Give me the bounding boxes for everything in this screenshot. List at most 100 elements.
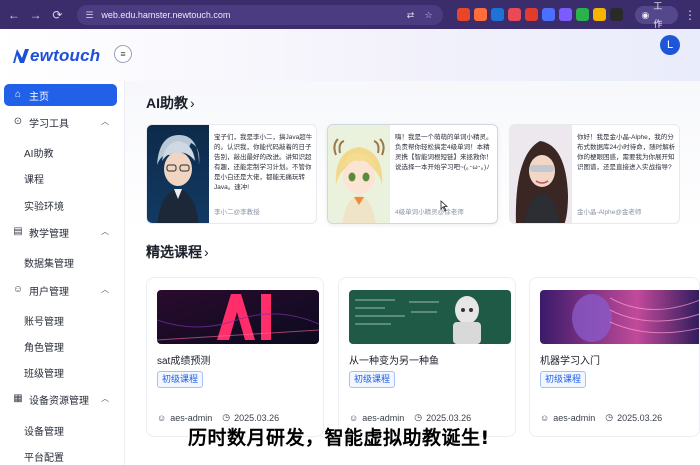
collapse-sidebar-button[interactable]: ≡	[114, 45, 132, 63]
section-title-text: 精选课程	[146, 244, 202, 260]
sidebar-item-device-resource-mgmt[interactable]: ▦ 设备资源管理 ︿	[4, 388, 117, 410]
chevron-up-icon: ︿	[101, 394, 109, 403]
browser-extension-icon[interactable]	[456, 8, 470, 21]
chevron-right-icon: ›	[190, 95, 195, 111]
course-cover-image	[349, 290, 511, 344]
browser-toolbar: ← → ⟳ ☰ web.edu.hamster.newtouch.com ⇄ ☆…	[0, 0, 700, 29]
sidebar-item-teaching-mgmt[interactable]: ▤ 教学管理 ︿	[4, 221, 117, 243]
ai-tutor-card[interactable]: 宝子们，我是李小二，搞Java超牛的。认识我，你能代码敲着的日子告别，敲出最好的…	[146, 124, 317, 224]
sidebar: ⌂ 主页 ⊙ 学习工具 ︿ AI助教 课程 实验环境 ▤ 教学管理 ︿ 数据集管…	[0, 81, 125, 465]
more-menu-icon[interactable]: ⋮	[684, 8, 696, 22]
extensions-bar	[456, 8, 623, 21]
sidebar-item-platform-config[interactable]: 平台配置	[24, 449, 64, 464]
course-card[interactable]: 机器学习入门 初级课程 ☺ aes-admin ◷ 2025.03.26	[529, 277, 700, 437]
ai-avatar-image	[328, 125, 390, 223]
sidebar-item-label: 设备资源管理	[29, 395, 89, 407]
course-meta: ☺ aes-admin ◷ 2025.03.26	[540, 412, 662, 423]
video-subtitle: 历时数月研发，智能虚拟助教诞生!	[188, 427, 490, 449]
avatar[interactable]: L	[660, 35, 680, 55]
ai-tutor-card[interactable]: 你好！我是金小晶-Alphe，我的分布式数据库24小时待命，随时解析你的梗眼困惑…	[509, 124, 680, 224]
ai-avatar-image	[147, 125, 209, 223]
sidebar-item-label: 主页	[29, 91, 49, 103]
browser-extension-icon[interactable]	[490, 8, 504, 21]
sidebar-item-label: 学习工具	[29, 118, 69, 130]
clock-icon: ◷	[414, 412, 423, 422]
course-level-tag: 初级课程	[540, 371, 587, 388]
menu-fold-icon: ≡	[120, 49, 126, 59]
course-author: aes-admin	[553, 412, 596, 423]
course-meta: ☺ aes-admin ◷ 2025.03.26	[157, 412, 279, 423]
ai-card-intro: 嗨！我是一个萌萌的单词小精灵。负责帮你轻松搞定4级单词！本精灵携【智能词根短链】…	[395, 134, 493, 171]
sidebar-item-role-mgmt[interactable]: 角色管理	[24, 339, 64, 354]
site-settings-icon[interactable]: ☰	[85, 10, 95, 20]
browser-extension-icon[interactable]	[507, 8, 521, 21]
translate-icon[interactable]: ⇄	[405, 9, 417, 21]
bookmark-star-icon[interactable]: ☆	[423, 9, 435, 21]
browser-extension-icon[interactable]	[592, 8, 606, 21]
browser-extension-icon[interactable]	[473, 8, 487, 21]
course-author: aes-admin	[170, 412, 213, 423]
profile-work-button[interactable]: ◉ 工作	[634, 1, 678, 29]
sidebar-item-home[interactable]: ⌂ 主页	[4, 84, 117, 106]
browser-extension-icon[interactable]	[558, 8, 572, 21]
ai-section-title[interactable]: AI助教 ›	[146, 93, 195, 113]
course-level-tag: 初级课程	[157, 371, 204, 388]
course-date: 2025.03.26	[426, 412, 472, 423]
server-icon: ▦	[13, 393, 23, 404]
chevron-up-icon: ︿	[101, 227, 109, 236]
sidebar-item-course[interactable]: 课程	[24, 171, 44, 186]
ai-card-signature: 金小晶-Alphe@金老师	[577, 209, 642, 216]
ai-card-signature: 4级单词小精灵@徐老师	[395, 209, 464, 216]
main-content: AI助教 › 宝子们，我是李小二，搞Java超牛的。认识我，你能代码敲着的日子告别…	[125, 81, 700, 465]
sidebar-item-dataset-mgmt[interactable]: 数据集管理	[24, 255, 74, 270]
course-title: sat成绩预测	[157, 356, 211, 367]
logo[interactable]: ewtouch	[12, 46, 100, 66]
clock-icon: ◷	[222, 412, 231, 422]
mouse-cursor-icon	[440, 200, 449, 212]
browser-extension-icon[interactable]	[524, 8, 538, 21]
app-header: ewtouch ≡ L	[0, 29, 700, 81]
users-icon: ☺	[12, 284, 24, 295]
chevron-right-icon: ›	[204, 244, 209, 260]
course-cover-image	[157, 290, 319, 344]
user-icon: ☺	[540, 412, 550, 423]
ai-tutor-card[interactable]: 嗨！我是一个萌萌的单词小精灵。负责帮你轻松搞定4级单词！本精灵携【智能词根短链】…	[327, 124, 498, 224]
sidebar-item-class-mgmt[interactable]: 班级管理	[24, 365, 64, 380]
course-card[interactable]: 从一种变为另一种鱼 初级课程 ☺ aes-admin ◷ 2025.03.26	[338, 277, 516, 437]
browser-extension-icon[interactable]	[541, 8, 555, 21]
home-icon: ⌂	[14, 89, 22, 100]
sidebar-item-lab[interactable]: 实验环境	[24, 198, 64, 213]
course-level-tag: 初级课程	[349, 371, 396, 388]
sidebar-item-label: 教学管理	[29, 228, 69, 240]
sidebar-item-account-mgmt[interactable]: 账号管理	[24, 313, 64, 328]
document-icon: ▤	[13, 226, 23, 237]
sidebar-item-device-mgmt[interactable]: 设备管理	[24, 423, 64, 438]
profile-label: 工作	[653, 0, 663, 29]
ai-card-signature: 李小二@李教授	[214, 209, 260, 216]
logo-text: ewtouch	[30, 46, 101, 65]
course-title: 机器学习入门	[540, 356, 600, 367]
clock-icon: ◷	[605, 412, 614, 422]
back-icon[interactable]: ←	[6, 7, 22, 23]
user-icon: ☺	[157, 412, 167, 423]
browser-extension-icon[interactable]	[609, 8, 623, 21]
course-author: aes-admin	[362, 412, 405, 423]
sidebar-item-user-mgmt[interactable]: ☺ 用户管理 ︿	[4, 279, 117, 301]
course-date: 2025.03.26	[234, 412, 280, 423]
map-pin-icon: ⊙	[13, 116, 23, 127]
chevron-up-icon: ︿	[101, 285, 109, 294]
course-card[interactable]: sat成绩预测 初级课程 ☺ aes-admin ◷ 2025.03.26	[146, 277, 324, 437]
browser-extension-icon[interactable]	[575, 8, 589, 21]
ai-card-intro: 你好！我是金小晶-Alphe，我的分布式数据库24小时待命，随时解析你的梗眼困惑…	[577, 134, 676, 171]
chevron-up-icon: ︿	[101, 117, 109, 126]
sidebar-item-label: 用户管理	[29, 286, 69, 298]
url-text: web.edu.hamster.newtouch.com	[101, 9, 231, 20]
forward-icon[interactable]: →	[28, 7, 44, 23]
sidebar-item-ai-tutor[interactable]: AI助教	[24, 145, 53, 160]
ai-card-intro: 宝子们，我是李小二，搞Java超牛的。认识我，你能代码敲着的日子告别，敲出最好的…	[214, 134, 313, 191]
course-meta: ☺ aes-admin ◷ 2025.03.26	[349, 412, 471, 423]
sidebar-item-learning-tools[interactable]: ⊙ 学习工具 ︿	[4, 111, 117, 133]
courses-section-title[interactable]: 精选课程 ›	[146, 242, 209, 262]
address-bar[interactable]: ☰ web.edu.hamster.newtouch.com ⇄ ☆	[77, 4, 443, 25]
reload-icon[interactable]: ⟳	[50, 7, 66, 23]
